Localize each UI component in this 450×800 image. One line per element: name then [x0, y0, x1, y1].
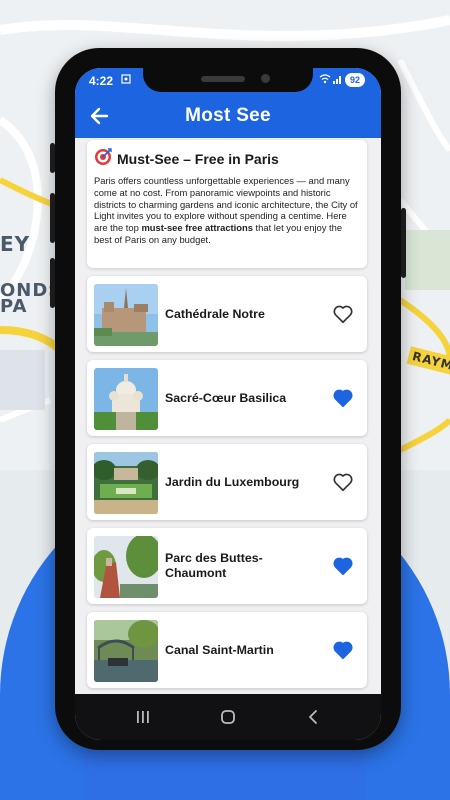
wifi-icon	[319, 74, 331, 87]
place-card-notre-dame[interactable]: Cathédrale Notre	[87, 276, 367, 352]
heart-outline-icon[interactable]	[332, 303, 354, 325]
home-icon[interactable]	[218, 707, 238, 727]
intro-heading: Must-See – Free in Paris	[94, 148, 360, 169]
place-thumbnail	[94, 368, 158, 430]
battery-indicator: 92	[345, 73, 365, 87]
place-card-luxembourg[interactable]: Jardin du Luxembourg	[87, 444, 367, 520]
phone-side-button	[50, 143, 55, 173]
recent-apps-icon[interactable]	[133, 707, 153, 727]
place-name: Cathédrale Notre	[165, 306, 265, 321]
status-time: 4:22	[89, 74, 114, 88]
phone-frame: 4:22 92 Most See Must-See – Free in Pari…	[50, 48, 406, 750]
app-bar: Most See	[75, 94, 381, 138]
intro-text: Paris offers countless unforgettable exp…	[94, 175, 360, 246]
place-name: Parc des Buttes-Chaumont	[165, 551, 263, 580]
place-name: Jardin du Luxembourg	[165, 474, 300, 489]
speaker-grille	[201, 76, 245, 82]
signal-icon	[333, 74, 343, 86]
place-name: Canal Saint-Martin	[165, 642, 274, 657]
front-camera	[261, 74, 270, 83]
place-thumbnail	[94, 536, 158, 598]
screenshot-icon	[121, 74, 131, 87]
map-label: EY	[0, 232, 31, 256]
phone-side-button	[50, 258, 55, 308]
place-card-sacre-coeur[interactable]: Sacré-Cœur Basilica	[87, 360, 367, 436]
place-thumbnail	[94, 284, 158, 346]
heart-outline-icon[interactable]	[332, 471, 354, 493]
place-name: Sacré-Cœur Basilica	[165, 390, 287, 405]
intro-text-bold: must-see free attractions	[141, 222, 253, 234]
status-bar: 4:22 92	[75, 68, 381, 94]
heart-filled-icon[interactable]	[332, 639, 354, 661]
place-card-buttes-chaumont[interactable]: Parc des Buttes-Chaumont	[87, 528, 367, 604]
page-title: Most See	[185, 105, 271, 126]
heart-filled-icon[interactable]	[332, 387, 354, 409]
content-scroll-area[interactable]: Must-See – Free in Paris Paris offers co…	[75, 138, 381, 694]
place-thumbnail	[94, 452, 158, 514]
phone-side-button	[50, 193, 55, 243]
camera-notch	[143, 68, 313, 92]
place-card-canal-saint-martin[interactable]: Canal Saint-Martin	[87, 612, 367, 688]
phone-power-button	[401, 208, 406, 278]
back-icon[interactable]	[303, 707, 323, 727]
place-thumbnail	[94, 620, 158, 682]
intro-card: Must-See – Free in Paris Paris offers co…	[87, 140, 367, 268]
heart-filled-icon[interactable]	[332, 555, 354, 577]
phone-screen: 4:22 92 Most See Must-See – Free in Pari…	[75, 68, 381, 740]
target-icon	[94, 148, 112, 169]
intro-title: Must-See – Free in Paris	[117, 150, 279, 167]
system-nav-bar	[75, 694, 381, 740]
map-label: PA	[0, 296, 28, 317]
